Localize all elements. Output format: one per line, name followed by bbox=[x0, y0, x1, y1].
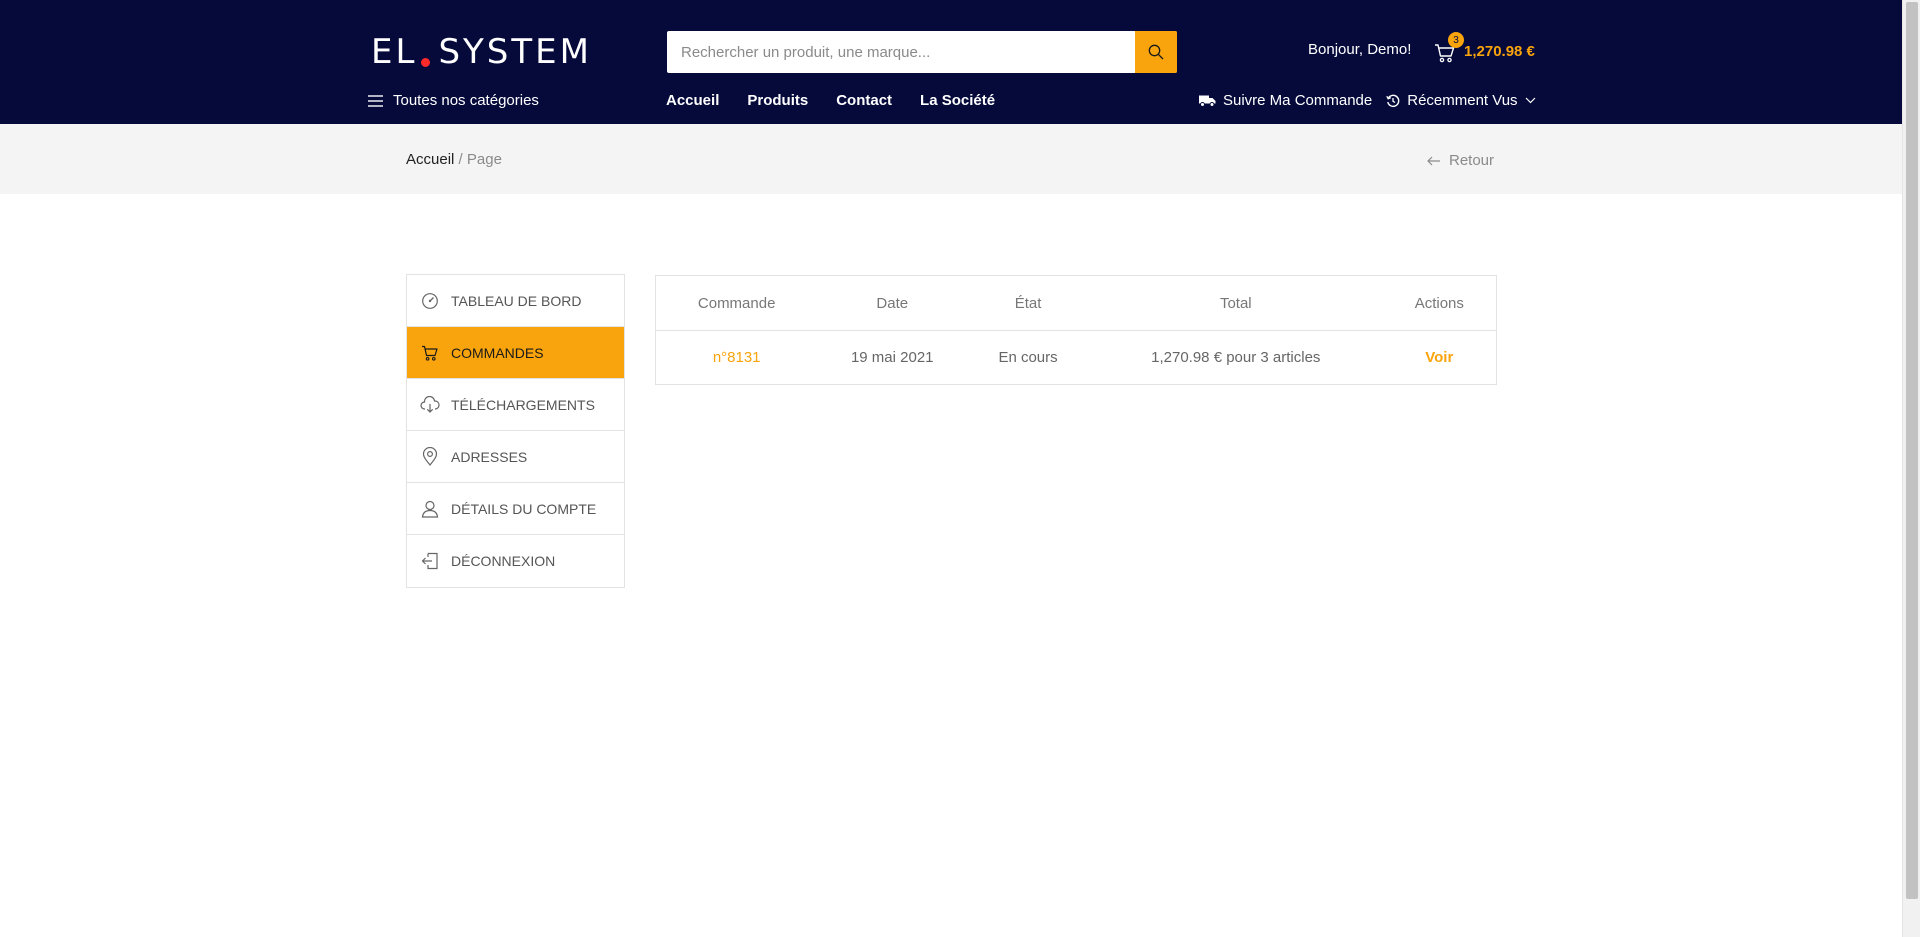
order-number-cell: n°8131 bbox=[656, 331, 818, 385]
user-icon bbox=[419, 498, 441, 520]
breadcrumb-current: Page bbox=[466, 151, 502, 168]
account-nav-orders[interactable]: COMMANDES bbox=[407, 327, 624, 379]
order-total: 1,270.98 € pour 3 articles bbox=[1151, 349, 1321, 366]
track-order-link[interactable]: Suivre Ma Commande bbox=[1199, 92, 1372, 109]
search-icon bbox=[1148, 44, 1164, 60]
breadcrumb-bar: Accueil / Page Retour bbox=[0, 124, 1902, 194]
cart-total: 1,270.98 € bbox=[1464, 42, 1535, 60]
account-nav-logout[interactable]: DÉCONNEXION bbox=[407, 535, 624, 587]
account-nav-label: ADRESSES bbox=[451, 448, 528, 465]
recently-viewed-dropdown[interactable]: Récemment Vus bbox=[1386, 92, 1535, 109]
account-nav: TABLEAU DE BORD COMMANDES TÉLÉCHARGEMENT… bbox=[406, 274, 625, 588]
logo-text-right: SYSTEM bbox=[438, 32, 592, 72]
logo-text-left: EL bbox=[371, 32, 418, 72]
breadcrumb-home[interactable]: Accueil bbox=[406, 151, 454, 168]
scrollbar-thumb[interactable] bbox=[1906, 2, 1918, 899]
column-header-status: État bbox=[967, 275, 1089, 331]
nav-item-societe[interactable]: La Société bbox=[920, 92, 995, 109]
cart-count-badge: 3 bbox=[1448, 32, 1464, 48]
site-logo[interactable]: EL SYSTEM bbox=[371, 32, 592, 72]
order-date: 19 mai 2021 bbox=[850, 349, 934, 366]
table-header-row: Commande Date État Total Actions bbox=[655, 275, 1497, 331]
mini-cart[interactable]: 3 1,270.98 € bbox=[1434, 32, 1535, 64]
account-nav-label: COMMANDES bbox=[451, 344, 544, 361]
column-header-date: Date bbox=[817, 275, 968, 331]
chevron-down-icon bbox=[1525, 97, 1535, 104]
cart-icon bbox=[419, 342, 441, 364]
recently-viewed-label: Récemment Vus bbox=[1407, 92, 1518, 109]
arrow-left-icon bbox=[1427, 156, 1440, 165]
logout-icon bbox=[419, 550, 441, 572]
secondary-nav: Suivre Ma Commande Récemment Vus bbox=[1199, 92, 1536, 109]
truck-icon bbox=[1199, 95, 1216, 107]
view-order-button[interactable]: Voir bbox=[1425, 349, 1453, 366]
account-nav-downloads[interactable]: TÉLÉCHARGEMENTS bbox=[407, 379, 624, 431]
account-nav-label: DÉTAILS DU COMPTE bbox=[451, 500, 597, 517]
cloud-download-icon bbox=[419, 394, 441, 416]
cart-icon-wrapper: 3 bbox=[1434, 32, 1464, 64]
all-categories-menu[interactable]: Toutes nos catégories bbox=[368, 92, 539, 109]
page: EL SYSTEM Bonjour, Demo! 3 bbox=[0, 0, 1920, 937]
account-nav-addresses[interactable]: ADRESSES bbox=[407, 431, 624, 483]
back-label: Retour bbox=[1449, 152, 1495, 169]
account-nav-label: TÉLÉCHARGEMENTS bbox=[451, 396, 595, 413]
user-greeting[interactable]: Bonjour, Demo! bbox=[1308, 41, 1411, 58]
site-header: EL SYSTEM Bonjour, Demo! 3 bbox=[0, 0, 1902, 124]
nav-item-produits[interactable]: Produits bbox=[747, 92, 808, 109]
logo-dot bbox=[421, 57, 431, 67]
dashboard-icon bbox=[419, 290, 441, 312]
orders-table-body: n°8131 19 mai 2021 En cours 1,270.98 € p… bbox=[656, 331, 1497, 385]
nav-item-contact[interactable]: Contact bbox=[836, 92, 892, 109]
all-categories-label: Toutes nos catégories bbox=[393, 92, 539, 109]
breadcrumb: Accueil / Page bbox=[406, 151, 502, 168]
account-nav-account-details[interactable]: DÉTAILS DU COMPTE bbox=[407, 483, 624, 535]
table-row: n°8131 19 mai 2021 En cours 1,270.98 € p… bbox=[656, 331, 1497, 385]
order-number-link[interactable]: n°8131 bbox=[713, 349, 761, 366]
history-icon bbox=[1386, 94, 1400, 107]
orders-table: Commande Date État Total Actions n°8131 … bbox=[655, 275, 1497, 385]
track-order-label: Suivre Ma Commande bbox=[1223, 92, 1373, 109]
order-actions-cell: Voir bbox=[1383, 331, 1497, 385]
account-nav-label: TABLEAU DE BORD bbox=[451, 292, 582, 309]
page-scrollbar[interactable] bbox=[1902, 0, 1920, 937]
orders-table-header: Commande Date État Total Actions bbox=[655, 275, 1497, 331]
nav-item-accueil[interactable]: Accueil bbox=[666, 92, 719, 109]
main-nav: Accueil Produits Contact La Société bbox=[666, 92, 995, 109]
account-nav-dashboard[interactable]: TABLEAU DE BORD bbox=[407, 275, 624, 327]
back-link[interactable]: Retour bbox=[1427, 152, 1494, 169]
column-header-total: Total bbox=[1088, 275, 1383, 331]
search-input[interactable] bbox=[667, 31, 1135, 73]
hamburger-icon bbox=[368, 94, 383, 107]
breadcrumb-separator: / bbox=[458, 151, 463, 168]
map-pin-icon bbox=[419, 446, 441, 468]
search-button[interactable] bbox=[1135, 31, 1177, 73]
order-status: En cours bbox=[998, 349, 1058, 366]
column-header-order: Commande bbox=[655, 275, 818, 331]
column-header-actions: Actions bbox=[1382, 275, 1497, 331]
account-nav-label: DÉCONNEXION bbox=[451, 553, 556, 569]
search-bar bbox=[667, 31, 1177, 73]
